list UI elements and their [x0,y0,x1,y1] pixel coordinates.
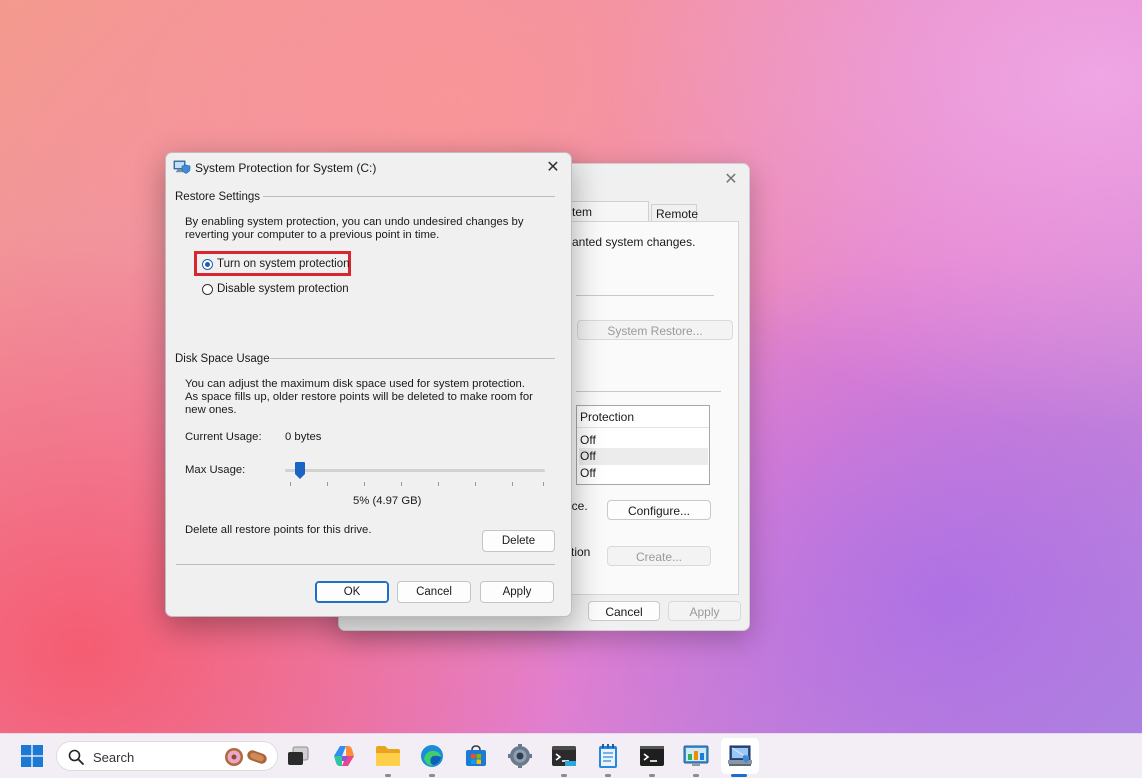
max-usage-slider-thumb[interactable] [295,462,305,479]
group-divider [270,358,555,359]
start-icon[interactable] [17,741,47,771]
command-prompt-icon[interactable] [637,741,667,771]
max-usage-label: Max Usage: [185,464,246,476]
radio-label: Turn on system protection [217,258,350,270]
list-item[interactable]: Off [579,448,708,465]
disk-space-usage-label: Disk Space Usage [175,353,270,365]
taskbar-search-box[interactable]: Search [56,741,278,771]
column-header-protection[interactable]: Protection [577,406,709,428]
store-icon[interactable] [461,741,491,771]
settings-icon[interactable] [505,741,535,771]
slider-tick [512,482,513,486]
copilot-icon[interactable] [329,741,359,771]
disk-space-description: You can adjust the maximum disk space us… [185,378,533,416]
divider [576,391,721,392]
system-protection-icon [173,160,191,174]
list-item[interactable]: Off [579,465,708,482]
search-placeholder: Search [93,750,135,765]
apply-button[interactable]: Apply [668,601,741,621]
terminal-icon[interactable] [549,741,579,771]
slider-tick [364,482,365,486]
protection-description: anted system changes. [572,235,696,249]
system-protection-dialog: System Protection for System (C:) ✕ Rest… [165,152,572,617]
restore-settings-description: By enabling system protection, you can u… [185,216,524,241]
dialog-title: System Protection for System (C:) [195,161,377,175]
taskbar: Search [0,733,1142,778]
delete-description: Delete all restore points for this drive… [185,524,372,536]
edge-icon[interactable] [417,741,447,771]
slider-tick [475,482,476,486]
system-properties-icon[interactable] [725,741,755,771]
radio-unselected-icon[interactable] [202,283,213,295]
search-highlight-icon [225,748,267,766]
drives-list[interactable]: Protection Off Off Off [576,405,710,485]
cancel-button[interactable]: Cancel [588,601,660,621]
divider [576,295,714,296]
tab-remote[interactable]: Remote [651,204,698,222]
restore-settings-label: Restore Settings [175,191,261,203]
radio-label: Disable system protection [217,283,349,295]
cancel-button[interactable]: Cancel [397,581,471,603]
max-usage-slider-track[interactable] [285,469,545,472]
slider-tick [543,482,544,486]
configure-button[interactable]: Configure... [607,500,711,520]
group-divider [263,196,555,197]
control-panel-icon[interactable] [681,741,711,771]
search-icon [68,749,84,765]
tab-system-protection[interactable]: stem Protection [561,201,649,239]
current-usage-value: 0 bytes [285,431,322,443]
ok-button[interactable]: OK [315,581,389,603]
slider-tick [401,482,402,486]
create-button[interactable]: Create... [607,546,711,566]
title-bar[interactable]: System Protection for System (C:) ✕ [166,153,571,183]
footer-divider [176,564,555,565]
notepad-icon[interactable] [593,741,623,771]
slider-tick [290,482,291,486]
max-usage-value: 5% (4.97 GB) [353,495,422,507]
close-icon[interactable]: ✕ [541,156,565,180]
file-explorer-icon[interactable] [373,741,403,771]
delete-button[interactable]: Delete [482,530,555,552]
current-usage-label: Current Usage: [185,431,262,443]
close-icon[interactable]: ✕ [721,170,741,190]
slider-tick [327,482,328,486]
system-restore-button[interactable]: System Restore... [577,320,733,340]
list-item[interactable]: Off [579,432,708,449]
radio-selected-icon[interactable] [202,258,213,270]
slider-tick [438,482,439,486]
turn-on-protection-radio[interactable]: Turn on system protection [202,256,350,272]
apply-button[interactable]: Apply [480,581,554,603]
disable-protection-radio[interactable]: Disable system protection [202,281,349,297]
task-view-icon[interactable] [283,741,313,771]
